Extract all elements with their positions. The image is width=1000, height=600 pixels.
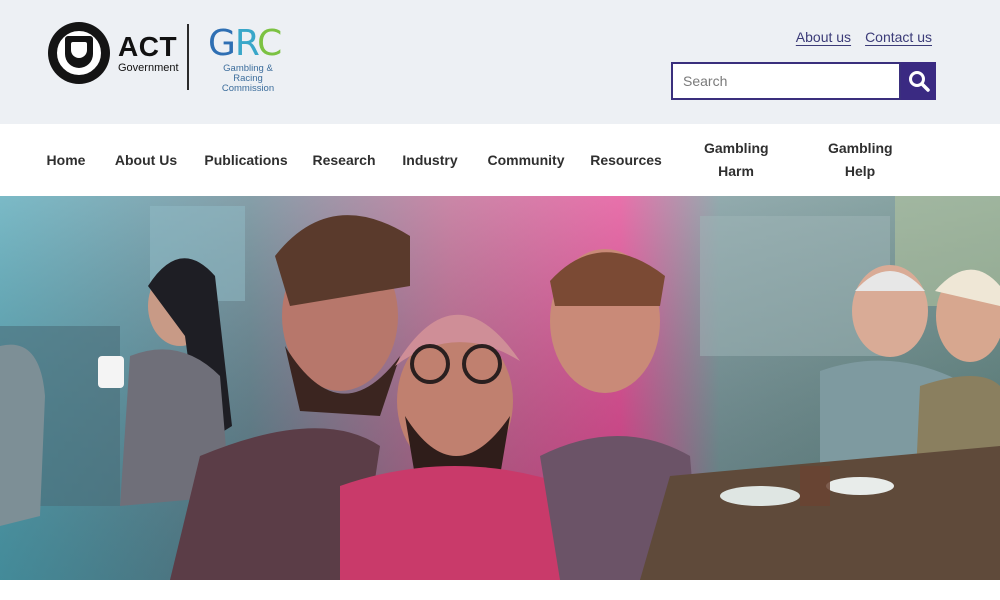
about-us-link[interactable]: About us — [796, 29, 851, 45]
site-header: ACT Government GRC Gambling & Racing Com… — [0, 0, 1000, 124]
hero-photo — [0, 196, 1000, 580]
grc-logo-subtitle: Gambling & Racing Commission — [221, 63, 275, 94]
grc-logo-mark: GRC — [208, 23, 282, 64]
nav-item-resources[interactable]: Resources — [588, 124, 664, 196]
hero-banner-image — [0, 196, 1000, 580]
nav-item-about-us[interactable]: About Us — [110, 124, 182, 196]
page-bottom-area — [0, 580, 1000, 600]
nav-item-gambling-harm[interactable]: Gambling Harm — [696, 124, 776, 196]
grc-logo[interactable]: GRC Gambling & Racing Commission — [208, 24, 298, 94]
nav-item-industry[interactable]: Industry — [396, 124, 464, 196]
logo-divider — [187, 24, 189, 90]
nav-item-research[interactable]: Research — [309, 124, 379, 196]
nav-item-home[interactable]: Home — [38, 124, 94, 196]
main-navigation: Home About Us Publications Research Indu… — [0, 124, 1000, 196]
search-input[interactable] — [671, 62, 901, 100]
search-form — [671, 62, 936, 100]
nav-item-gambling-help[interactable]: Gambling Help — [820, 124, 900, 196]
utility-links: About us Contact us — [796, 29, 932, 45]
act-logo-title: ACT — [118, 30, 178, 62]
act-logo-subtitle: Government — [118, 61, 179, 74]
contact-us-link[interactable]: Contact us — [865, 29, 932, 45]
search-icon — [908, 71, 930, 92]
search-button[interactable] — [901, 62, 936, 100]
nav-item-publications[interactable]: Publications — [200, 124, 292, 196]
nav-item-community[interactable]: Community — [482, 124, 570, 196]
act-government-logo[interactable]: ACT Government — [48, 22, 179, 84]
act-crest-icon — [48, 22, 110, 84]
